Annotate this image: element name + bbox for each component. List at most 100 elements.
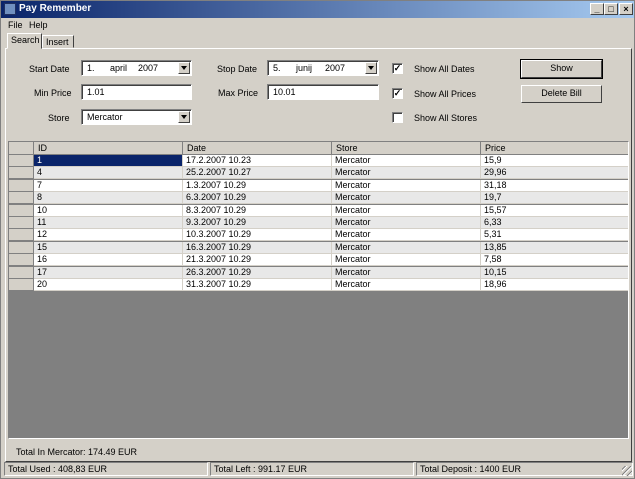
cell-id[interactable]: 7: [34, 179, 183, 192]
cell-store[interactable]: Mercator: [332, 192, 481, 205]
cell-store[interactable]: Mercator: [332, 155, 481, 167]
row-header[interactable]: [9, 155, 34, 167]
column-header-price[interactable]: Price: [481, 142, 628, 155]
cell-id[interactable]: 1: [34, 155, 183, 167]
cell-store[interactable]: Mercator: [332, 204, 481, 217]
cell-id[interactable]: 17: [34, 266, 183, 279]
max-price-input[interactable]: 10.01: [267, 84, 379, 100]
delete-bill-button[interactable]: Delete Bill: [521, 85, 602, 103]
menu-file[interactable]: File: [8, 20, 23, 30]
start-date-picker[interactable]: 1. april 2007: [81, 60, 192, 76]
cell-date[interactable]: 8.3.2007 10.29: [183, 204, 332, 217]
cell-store[interactable]: Mercator: [332, 254, 481, 267]
stop-date-picker[interactable]: 5. junij 2007: [267, 60, 379, 76]
menu-help[interactable]: Help: [29, 20, 48, 30]
cell-id[interactable]: 8: [34, 192, 183, 205]
table-row[interactable]: 15 16.3.2007 10.29 Mercator 13,85: [9, 241, 628, 254]
cell-date[interactable]: 25.2.2007 10.27: [183, 167, 332, 180]
cell-price[interactable]: 31,18: [481, 179, 628, 192]
start-date-day: 1.: [87, 63, 95, 73]
cell-date[interactable]: 17.2.2007 10.23: [183, 155, 332, 167]
cell-price[interactable]: 15,9: [481, 155, 628, 167]
resize-grip-icon[interactable]: [622, 466, 632, 476]
row-header[interactable]: [9, 217, 34, 229]
tab-search[interactable]: Search: [7, 33, 42, 49]
table-row[interactable]: 12 10.3.2007 10.29 Mercator 5,31: [9, 229, 628, 242]
cell-store[interactable]: Mercator: [332, 179, 481, 192]
cell-date[interactable]: 1.3.2007 10.29: [183, 179, 332, 192]
table-row[interactable]: 20 31.3.2007 10.29 Mercator 18,96: [9, 279, 628, 291]
store-select[interactable]: Mercator: [81, 109, 192, 125]
stop-date-dropdown-icon[interactable]: [365, 62, 377, 74]
bills-table[interactable]: ID Date Store Price 1 17.2.2007 10.23 Merc…: [8, 141, 629, 439]
cell-store[interactable]: Mercator: [332, 266, 481, 279]
table-row[interactable]: 17 26.3.2007 10.29 Mercator 10,15: [9, 266, 628, 279]
cell-date[interactable]: 26.3.2007 10.29: [183, 266, 332, 279]
show-all-prices-checkbox[interactable]: ✓: [392, 88, 403, 99]
row-header[interactable]: [9, 179, 34, 192]
cell-price[interactable]: 18,96: [481, 279, 628, 291]
cell-id[interactable]: 11: [34, 217, 183, 229]
cell-id[interactable]: 20: [34, 279, 183, 291]
table-row[interactable]: 1 17.2.2007 10.23 Mercator 15,9: [9, 155, 628, 167]
app-icon: [4, 3, 16, 15]
cell-price[interactable]: 10,15: [481, 266, 628, 279]
row-header[interactable]: [9, 279, 34, 291]
maximize-button[interactable]: □: [604, 3, 618, 15]
column-header-date[interactable]: Date: [183, 142, 332, 155]
cell-price[interactable]: 29,96: [481, 167, 628, 180]
show-all-dates-checkbox[interactable]: ✓: [392, 63, 403, 74]
row-header[interactable]: [9, 204, 34, 217]
cell-id[interactable]: 4: [34, 167, 183, 180]
cell-store[interactable]: Mercator: [332, 217, 481, 229]
cell-id[interactable]: 10: [34, 204, 183, 217]
cell-id[interactable]: 16: [34, 254, 183, 267]
store-dropdown-icon[interactable]: [178, 111, 190, 123]
table-row[interactable]: 4 25.2.2007 10.27 Mercator 29,96: [9, 167, 628, 180]
cell-date[interactable]: 31.3.2007 10.29: [183, 279, 332, 291]
cell-id[interactable]: 12: [34, 229, 183, 242]
row-header[interactable]: [9, 241, 34, 254]
show-all-prices-label: Show All Prices: [414, 89, 477, 99]
cell-price[interactable]: 6,33: [481, 217, 628, 229]
table-row[interactable]: 10 8.3.2007 10.29 Mercator 15,57: [9, 204, 628, 217]
cell-price[interactable]: 15,57: [481, 204, 628, 217]
status-total-used: Total Used : 408,83 EUR: [4, 462, 208, 476]
show-button[interactable]: Show: [520, 59, 603, 79]
min-price-input[interactable]: 1.01: [81, 84, 192, 100]
table-row[interactable]: 8 6.3.2007 10.29 Mercator 19,7: [9, 192, 628, 205]
cell-store[interactable]: Mercator: [332, 167, 481, 180]
close-button[interactable]: ×: [619, 3, 633, 15]
cell-id[interactable]: 15: [34, 241, 183, 254]
cell-date[interactable]: 10.3.2007 10.29: [183, 229, 332, 242]
status-total-left: Total Left : 991.17 EUR: [210, 462, 414, 476]
start-date-dropdown-icon[interactable]: [178, 62, 190, 74]
app-window: Pay Remember _ □ × File Help Search Inse…: [0, 0, 635, 479]
tab-insert[interactable]: Insert: [42, 35, 74, 48]
column-header-id[interactable]: ID: [34, 142, 183, 155]
row-header[interactable]: [9, 192, 34, 205]
cell-price[interactable]: 13,85: [481, 241, 628, 254]
cell-date[interactable]: 6.3.2007 10.29: [183, 192, 332, 205]
cell-date[interactable]: 16.3.2007 10.29: [183, 241, 332, 254]
cell-date[interactable]: 21.3.2007 10.29: [183, 254, 332, 267]
show-all-stores-checkbox[interactable]: [392, 112, 403, 123]
table-row[interactable]: 7 1.3.2007 10.29 Mercator 31,18: [9, 179, 628, 192]
title-bar[interactable]: Pay Remember _ □ ×: [1, 1, 634, 18]
cell-price[interactable]: 5,31: [481, 229, 628, 242]
cell-store[interactable]: Mercator: [332, 229, 481, 242]
cell-price[interactable]: 7,58: [481, 254, 628, 267]
cell-date[interactable]: 9.3.2007 10.29: [183, 217, 332, 229]
row-header[interactable]: [9, 167, 34, 180]
column-header-store[interactable]: Store: [332, 142, 481, 155]
cell-price[interactable]: 19,7: [481, 192, 628, 205]
stop-date-day: 5.: [273, 63, 281, 73]
row-header[interactable]: [9, 229, 34, 242]
row-header[interactable]: [9, 266, 34, 279]
table-row[interactable]: 11 9.3.2007 10.29 Mercator 6,33: [9, 217, 628, 229]
cell-store[interactable]: Mercator: [332, 279, 481, 291]
minimize-button[interactable]: _: [590, 3, 604, 15]
row-header[interactable]: [9, 254, 34, 267]
table-row[interactable]: 16 21.3.2007 10.29 Mercator 7,58: [9, 254, 628, 267]
cell-store[interactable]: Mercator: [332, 241, 481, 254]
